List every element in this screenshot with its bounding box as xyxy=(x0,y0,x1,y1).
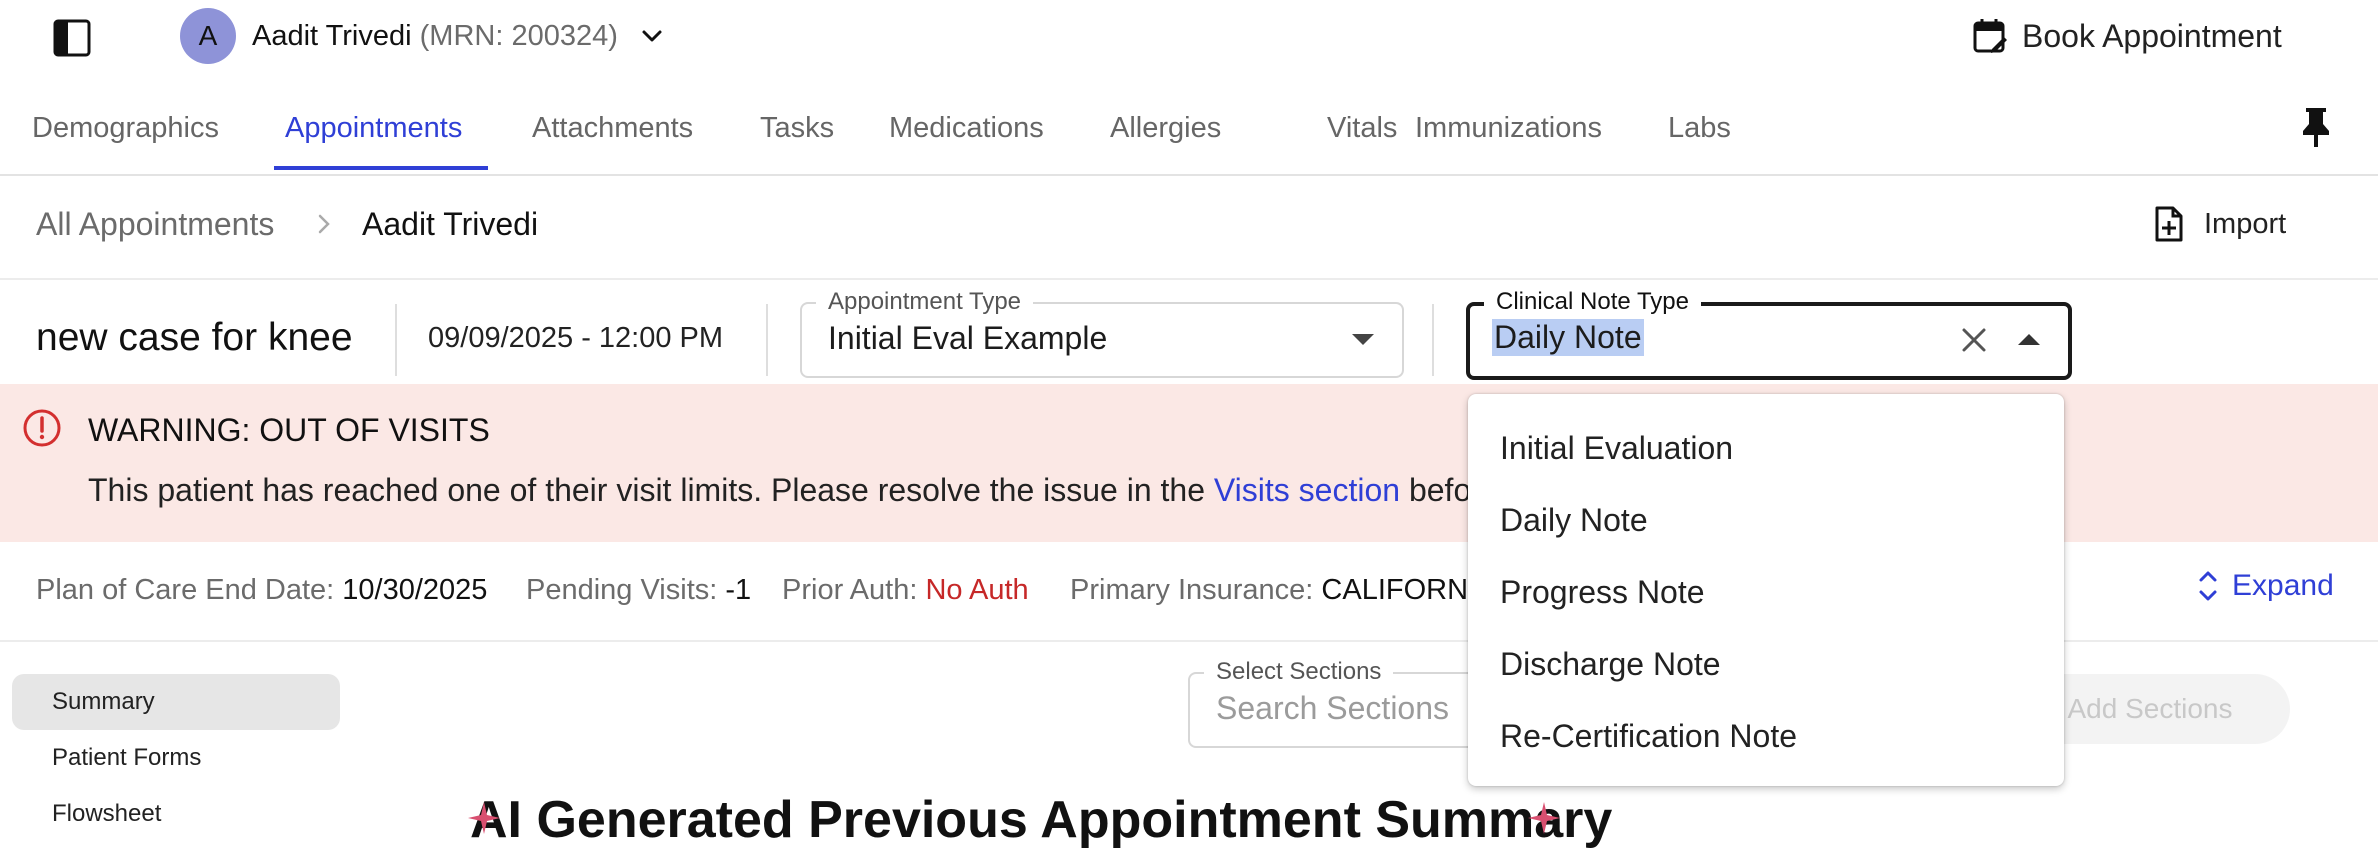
option-discharge-note[interactable]: Discharge Note xyxy=(1468,628,2064,700)
sparkle-icon xyxy=(1526,800,1562,836)
pending-visits: Pending Visits: -1 xyxy=(526,574,751,607)
divider xyxy=(766,304,768,376)
prior-auth-value: No Auth xyxy=(925,574,1029,606)
prior-auth-label: Prior Auth: xyxy=(782,574,918,606)
alert-circle-icon xyxy=(22,408,62,448)
tab-medications[interactable]: Medications xyxy=(889,112,1044,145)
import-button[interactable]: Import xyxy=(2154,202,2286,246)
tab-tasks[interactable]: Tasks xyxy=(760,112,834,145)
nav-item-flowsheet[interactable]: Flowsheet xyxy=(12,786,340,842)
divider xyxy=(395,304,397,376)
option-daily-note[interactable]: Daily Note xyxy=(1468,484,2064,556)
visits-section-link[interactable]: Visits section xyxy=(1214,472,1400,508)
option-re-certification-note[interactable]: Re-Certification Note xyxy=(1468,700,2064,772)
primary-insurance-label: Primary Insurance: xyxy=(1070,574,1314,606)
search-sections-input[interactable]: Search Sections xyxy=(1216,690,1449,727)
tab-demographics[interactable]: Demographics xyxy=(32,112,219,145)
nav-item-patient-forms[interactable]: Patient Forms xyxy=(12,730,340,786)
prior-auth: Prior Auth: No Auth xyxy=(782,574,1029,607)
appointment-datetime[interactable]: 09/09/2025 - 12:00 PM xyxy=(428,322,723,355)
active-tab-indicator xyxy=(274,166,488,170)
tab-allergies[interactable]: Allergies xyxy=(1110,112,1221,145)
nav-item-label: Summary xyxy=(52,688,155,715)
ai-summary-heading: AI Generated Previous Appointment Summar… xyxy=(470,790,1612,850)
breadcrumb: All Appointments Aadit Trivedi Import xyxy=(0,176,2378,280)
caret-up-icon[interactable] xyxy=(2018,334,2040,345)
calendar-edit-icon xyxy=(1972,17,2008,55)
close-icon[interactable] xyxy=(1958,324,1990,356)
plan-of-care-label: Plan of Care End Date: xyxy=(36,574,335,606)
option-label: Re-Certification Note xyxy=(1500,718,1797,754)
plan-of-care: Plan of Care End Date: 10/30/2025 xyxy=(36,574,487,607)
tab-appointments[interactable]: Appointments xyxy=(285,112,462,145)
option-progress-note[interactable]: Progress Note xyxy=(1468,556,2064,628)
clinical-note-type-value[interactable]: Daily Note xyxy=(1492,319,1644,356)
primary-insurance-value: CALIFORNI xyxy=(1321,574,1477,606)
warning-text: This patient has reached one of their vi… xyxy=(88,472,1214,508)
divider xyxy=(1432,304,1434,376)
clinical-note-type-label: Clinical Note Type xyxy=(1484,288,1701,316)
breadcrumb-all-appointments[interactable]: All Appointments xyxy=(36,206,274,243)
warning-title: WARNING: OUT OF VISITS xyxy=(88,412,490,448)
tab-labs[interactable]: Labs xyxy=(1668,112,1731,145)
patient-name: Aadit Trivedi xyxy=(252,20,412,52)
plan-of-care-value: 10/30/2025 xyxy=(342,574,488,606)
nav-item-summary[interactable]: Summary xyxy=(12,674,340,730)
clinical-note-type-dropdown: Initial Evaluation Daily Note Progress N… xyxy=(1468,394,2064,786)
option-label: Initial Evaluation xyxy=(1500,430,1734,466)
warning-body: This patient has reached one of their vi… xyxy=(88,472,1500,509)
primary-insurance: Primary Insurance: CALIFORNI xyxy=(1070,574,1476,607)
appointment-type-value: Initial Eval Example xyxy=(828,320,1108,356)
appointment-type-label: Appointment Type xyxy=(816,288,1034,316)
appointment-title: new case for knee xyxy=(36,316,353,359)
unfold-icon xyxy=(2198,568,2218,604)
option-label: Discharge Note xyxy=(1500,646,1721,682)
nav-item-label: Flowsheet xyxy=(52,800,162,827)
book-appointment-label: Book Appointment xyxy=(2022,17,2282,54)
sidebar-toggle-icon[interactable] xyxy=(52,18,92,58)
option-label: Daily Note xyxy=(1500,502,1648,538)
expand-button[interactable]: Expand xyxy=(2198,568,2334,604)
pending-visits-label: Pending Visits: xyxy=(526,574,718,606)
import-label: Import xyxy=(2204,207,2287,240)
ai-summary-title: AI Generated Previous Appointment Summar… xyxy=(470,791,1613,849)
tab-attachments[interactable]: Attachments xyxy=(532,112,693,145)
nav-item-label: Patient Forms xyxy=(52,744,202,771)
book-appointment-button[interactable]: Book Appointment xyxy=(1972,12,2282,60)
file-plus-icon xyxy=(2154,205,2184,243)
patient-selector[interactable]: Aadit Trivedi (MRN: 200324) xyxy=(252,20,618,53)
breadcrumb-current: Aadit Trivedi xyxy=(362,206,539,242)
expand-label: Expand xyxy=(2232,569,2334,602)
chevron-right-icon xyxy=(310,210,338,238)
option-label: Progress Note xyxy=(1500,574,1705,610)
tab-bar: Demographics Appointments Attachments Ta… xyxy=(0,100,2378,176)
appointment-type-select[interactable]: Appointment Type Initial Eval Example xyxy=(800,288,1404,378)
patient-mrn: (MRN: 200324) xyxy=(419,20,618,52)
chevron-down-icon[interactable] xyxy=(638,22,666,50)
select-sections-label: Select Sections xyxy=(1204,658,1394,686)
pin-icon[interactable] xyxy=(2298,104,2334,150)
option-initial-evaluation[interactable]: Initial Evaluation xyxy=(1468,412,2064,484)
avatar[interactable]: A xyxy=(180,8,236,64)
sparkle-icon xyxy=(466,800,502,836)
clinical-note-type-select[interactable]: Clinical Note Type Daily Note xyxy=(1466,288,2072,380)
tab-immunizations[interactable]: Immunizations xyxy=(1415,112,1602,145)
tab-vitals[interactable]: Vitals xyxy=(1327,112,1397,145)
caret-down-icon xyxy=(1352,334,1374,345)
pending-visits-value: -1 xyxy=(725,574,752,606)
